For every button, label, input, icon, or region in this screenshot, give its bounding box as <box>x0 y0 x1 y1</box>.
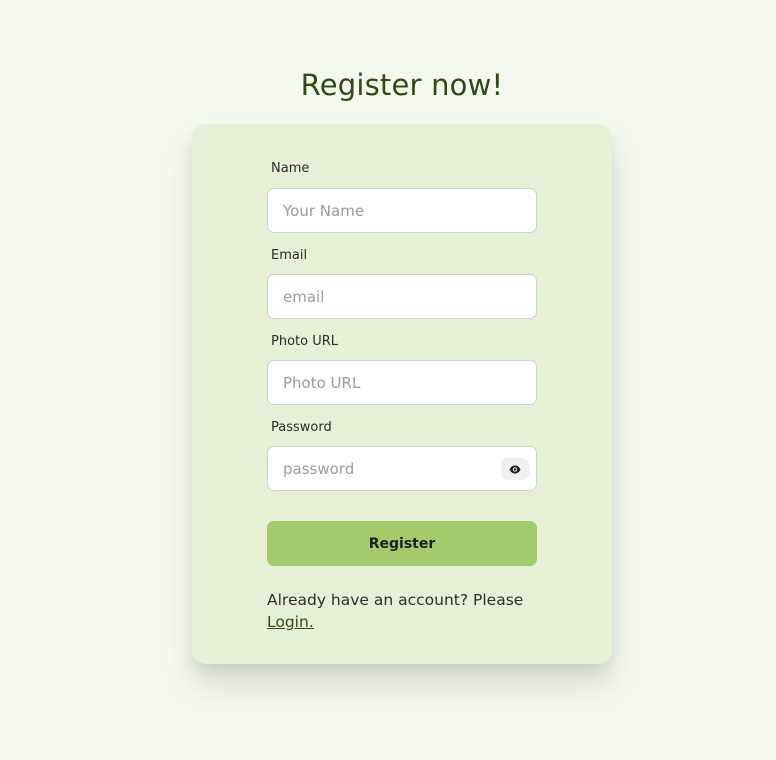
register-card: Name Email Photo URL Password Register <box>192 124 612 664</box>
login-link[interactable]: Login. <box>267 613 314 631</box>
eye-icon <box>509 465 521 473</box>
password-label: Password <box>271 420 332 435</box>
register-button[interactable]: Register <box>267 521 537 566</box>
password-input[interactable] <box>268 447 493 490</box>
email-field-box <box>267 274 537 319</box>
email-label: Email <box>271 248 308 263</box>
photo-url-label: Photo URL <box>271 334 339 349</box>
password-field-box <box>267 446 537 491</box>
page-title: Register now! <box>300 68 504 102</box>
login-prompt: Already have an account? Please Login. <box>267 589 537 633</box>
photo-url-input[interactable] <box>268 361 493 404</box>
name-field-box <box>267 188 537 233</box>
login-prompt-text: Already have an account? Please <box>267 591 524 609</box>
photo-url-field-box <box>267 360 537 405</box>
name-input[interactable] <box>268 189 493 232</box>
name-label: Name <box>271 161 310 176</box>
show-password-button[interactable] <box>501 458 529 480</box>
email-input[interactable] <box>268 275 493 318</box>
